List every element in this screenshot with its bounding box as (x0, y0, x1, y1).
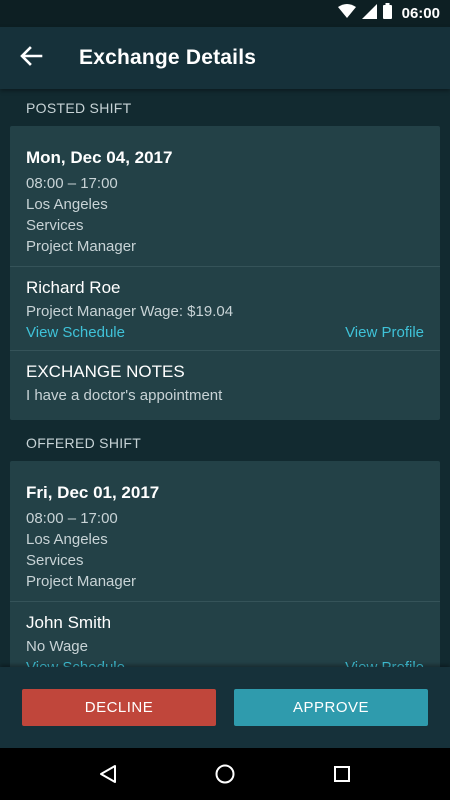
person-wage: No Wage (26, 638, 88, 655)
shift-date: Fri, Dec 01, 2017 (26, 483, 160, 502)
arrow-left-icon (19, 45, 43, 71)
view-schedule-link[interactable]: View Schedule (26, 657, 125, 667)
offered-shift-label: OFFERED SHIFT (26, 434, 142, 451)
notes-title: EXCHANGE NOTES (26, 362, 185, 381)
status-time: 06:00 (401, 5, 440, 22)
shift-department: Services (26, 552, 84, 569)
wifi-icon (337, 4, 356, 23)
nav-home-icon[interactable] (201, 750, 249, 798)
offered-person: John Smith No Wage View Schedule View Pr… (10, 602, 440, 667)
offered-shift-card: Fri, Dec 01, 2017 08:00 – 17:00 Los Ange… (10, 461, 440, 667)
page-title: Exchange Details (79, 46, 257, 69)
shift-time: 08:00 – 17:00 (26, 510, 118, 527)
view-schedule-link[interactable]: View Schedule (26, 322, 125, 343)
back-button[interactable] (0, 27, 62, 89)
view-profile-link[interactable]: View Profile (345, 322, 424, 343)
person-name: John Smith (26, 613, 112, 632)
view-profile-link[interactable]: View Profile (345, 657, 424, 667)
shift-department: Services (26, 217, 84, 234)
shift-position: Project Manager (26, 238, 137, 255)
person-name: Richard Roe (26, 278, 121, 297)
status-bar: 06:00 (0, 0, 450, 27)
offered-shift-details: Fri, Dec 01, 2017 08:00 – 17:00 Los Ange… (10, 461, 440, 602)
exchange-content[interactable]: POSTED SHIFT Mon, Dec 04, 2017 08:00 – 1… (0, 89, 450, 667)
nav-back-icon[interactable] (84, 750, 132, 798)
posted-shift-details: Mon, Dec 04, 2017 08:00 – 17:00 Los Ange… (10, 126, 440, 267)
approve-button[interactable]: APPROVE (234, 689, 428, 726)
shift-location: Los Angeles (26, 196, 108, 213)
posted-person: Richard Roe Project Manager Wage: $19.04… (10, 267, 440, 351)
posted-shift-label: POSTED SHIFT (26, 99, 132, 116)
nav-recents-icon[interactable] (318, 750, 366, 798)
system-nav-bar (0, 748, 450, 800)
shift-time: 08:00 – 17:00 (26, 175, 118, 192)
shift-location: Los Angeles (26, 531, 108, 548)
shift-date: Mon, Dec 04, 2017 (26, 148, 173, 167)
signal-icon (361, 3, 377, 24)
battery-icon (382, 3, 392, 24)
exchange-notes: EXCHANGE NOTES I have a doctor's appoint… (10, 351, 440, 420)
app-bar: Exchange Details (0, 27, 450, 89)
shift-position: Project Manager (26, 573, 137, 590)
action-bar: DECLINE APPROVE (0, 667, 450, 748)
posted-shift-card: Mon, Dec 04, 2017 08:00 – 17:00 Los Ange… (10, 126, 440, 420)
decline-button[interactable]: DECLINE (22, 689, 216, 726)
notes-text: I have a doctor's appointment (26, 387, 223, 404)
person-links: View Schedule View Profile (26, 657, 424, 667)
person-links: View Schedule View Profile (26, 322, 424, 343)
person-wage: Project Manager Wage: $19.04 (26, 303, 234, 320)
